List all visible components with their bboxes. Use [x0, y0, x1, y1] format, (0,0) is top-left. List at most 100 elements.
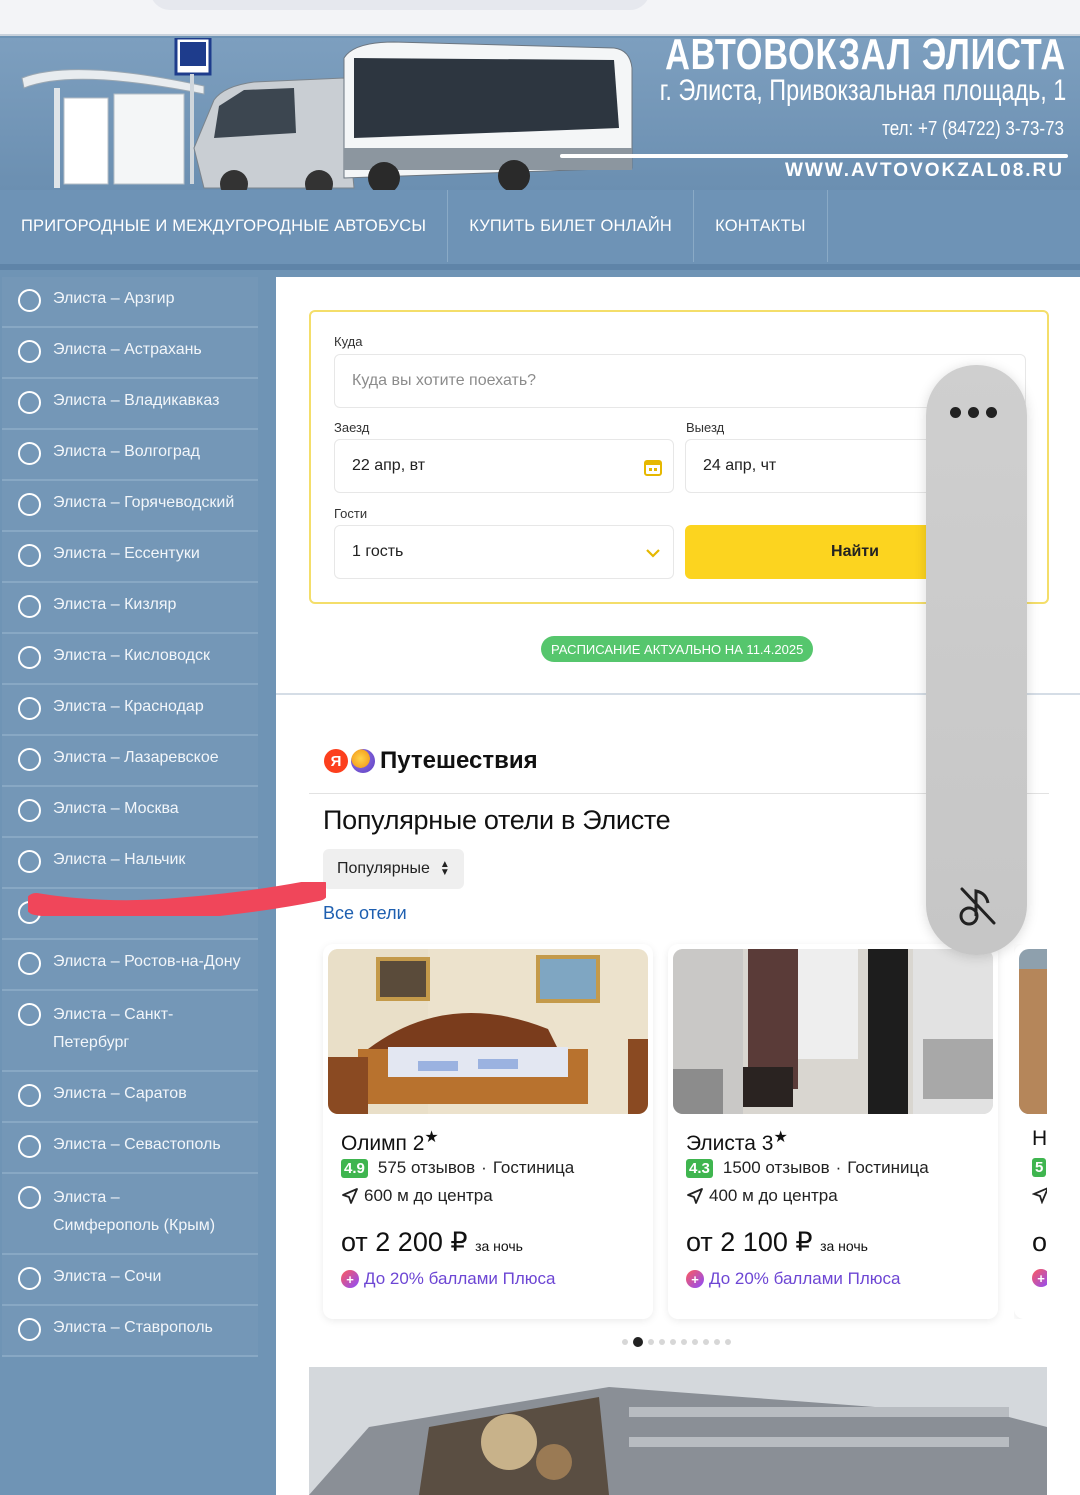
reviews-count: 1500 отзывов	[722, 1158, 830, 1177]
red-marker-stroke	[28, 882, 326, 916]
more-options-icon[interactable]	[950, 407, 1004, 418]
main-nav: ПРИГОРОДНЫЕ И МЕЖДУГОРОДНЫЕ АВТОБУСЫ КУП…	[0, 190, 1080, 268]
sidebar-item-label: Элиста – Краснодар	[53, 698, 204, 715]
sidebar-item-krasnodar[interactable]: Элиста – Краснодар	[2, 685, 258, 736]
schedule-badge: РАСПИСАНИЕ АКТУАЛЬНО НА 11.4.2025	[541, 636, 814, 662]
hotel-name: Элиста 3★	[686, 1129, 788, 1155]
radio-circle-icon	[18, 391, 41, 414]
sidebar-item-kizlyar[interactable]: Элиста – Кизляр	[2, 583, 258, 634]
radio-circle-icon	[18, 1135, 41, 1158]
sidebar-item-stavropol[interactable]: Элиста – Ставрополь	[2, 1306, 258, 1357]
navigation-arrow-icon	[342, 1188, 358, 1204]
sidebar-item-moskva[interactable]: Элиста – Москва	[2, 787, 258, 838]
radio-circle-icon	[18, 799, 41, 822]
carousel-dot[interactable]	[703, 1339, 709, 1345]
floating-control-panel[interactable]	[926, 365, 1027, 955]
banner-website[interactable]: WWW.AVTOVOKZAL08.RU	[785, 160, 1064, 182]
reviews-count: 575 отзывов	[377, 1158, 476, 1177]
radio-circle-icon	[18, 1186, 41, 1209]
sort-label: Популярные	[337, 860, 430, 877]
sidebar-item-label: Элиста – Севастополь	[53, 1136, 221, 1153]
nav-bottom-border	[0, 264, 1080, 270]
radio-circle-icon	[18, 748, 41, 771]
nav-item-contacts[interactable]: КОНТАКТЫ	[694, 190, 828, 262]
hotel-photo	[1019, 949, 1047, 1114]
sidebar-item-label: Элиста – Сочи	[53, 1268, 162, 1285]
carousel-dots	[622, 1337, 736, 1347]
carousel-dot[interactable]	[622, 1339, 628, 1345]
where-input[interactable]: Куда вы хотите поехать?	[334, 354, 1026, 408]
sidebar-item-saratov[interactable]: Элиста – Саратов	[2, 1072, 258, 1123]
nav-item-buy-ticket[interactable]: КУПИТЬ БИЛЕТ ОНЛАЙН	[448, 190, 695, 262]
hotel-price: от 2 200 ₽ за ночь	[341, 1227, 523, 1257]
carousel-dot[interactable]	[670, 1339, 676, 1345]
radio-circle-icon	[18, 952, 41, 975]
sidebar-item-label: Элиста – Москва	[53, 800, 179, 817]
sidebar-item-sochi[interactable]: Элиста – Сочи	[2, 1255, 258, 1306]
guests-select[interactable]: 1 гость	[334, 525, 674, 579]
address-bar[interactable]	[150, 0, 650, 10]
carousel-dot[interactable]	[681, 1339, 687, 1345]
mute-sound-icon[interactable]	[952, 881, 1002, 931]
sidebar-item-lazarevskoe[interactable]: Элиста – Лазаревское	[2, 736, 258, 787]
plus-cashback: + До 20% баллами Плюса	[686, 1269, 900, 1289]
sidebar-item-arzgir[interactable]: Элиста – Арзгир	[2, 277, 258, 328]
site-banner: АВТОВОКЗАЛ ЭЛИСТА г. Элиста, Привокзальн…	[0, 38, 1080, 190]
sort-dropdown[interactable]: Популярные ▲ ▼	[323, 849, 464, 889]
sort-arrows-icon: ▲ ▼	[439, 859, 450, 878]
hotel-meta: 4.3 1500 отзывов · Гостиница	[686, 1158, 929, 1178]
sidebar-item-label: Элиста – Волгоград	[53, 443, 200, 460]
sidebar-item-label: Элиста – Астрахань	[53, 341, 202, 358]
carousel-dot[interactable]	[725, 1339, 731, 1345]
rating-badge: 4.9	[341, 1158, 368, 1178]
all-hotels-link[interactable]: Все отели	[323, 903, 407, 924]
checkin-field[interactable]: 22 апр, вт	[334, 439, 674, 493]
carousel-dot[interactable]	[659, 1339, 665, 1345]
hotel-type: Гостиница	[492, 1158, 575, 1177]
sidebar-item-rostov[interactable]: Элиста – Ростов-на-Дону	[2, 940, 258, 991]
sidebar-item-kislovodsk[interactable]: Элиста – Кисловодск	[2, 634, 258, 685]
hotel-card[interactable]: Элиста 3★ 4.3 1500 отзывов · Гостиница 4…	[668, 944, 998, 1319]
where-label: Куда	[334, 334, 363, 349]
sidebar-item-label: Элиста – Арзгир	[53, 290, 175, 307]
yandex-travel-logo[interactable]: Я Путешествия	[324, 747, 538, 775]
sidebar-item-astrakhan[interactable]: Элиста – Астрахань	[2, 328, 258, 379]
carousel-dot[interactable]	[692, 1339, 698, 1345]
hotel-meta: 5	[1032, 1158, 1047, 1177]
sidebar-item-label: Элиста – Ростов-на-Дону	[53, 953, 241, 970]
navigation-arrow-icon	[1032, 1187, 1047, 1204]
hotel-photo	[673, 949, 993, 1114]
plus-icon: +	[1032, 1269, 1047, 1287]
sidebar-item-volgograd[interactable]: Элиста – Волгоград	[2, 430, 258, 481]
hotel-card[interactable]: Н 5 о +	[1014, 944, 1047, 1319]
travel-brand: Путешествия	[380, 747, 538, 774]
hotel-distance: 400 м до центра	[686, 1186, 838, 1206]
hotel-name: Олимп 2★	[341, 1129, 439, 1155]
radio-circle-icon	[18, 493, 41, 516]
sidebar-item-label: Элиста – Ставрополь	[53, 1319, 213, 1336]
bus-station-photo	[309, 1367, 1047, 1495]
sidebar-item-spb[interactable]: Элиста – Санкт-Петербург	[2, 991, 258, 1072]
sidebar-item-vladikavkaz[interactable]: Элиста – Владикавказ	[2, 379, 258, 430]
sidebar-item-essentuki[interactable]: Элиста – Ессентуки	[2, 532, 258, 583]
hotel-price: о	[1032, 1227, 1047, 1257]
carousel-dot[interactable]	[648, 1339, 654, 1345]
hotel-card[interactable]: Олимп 2★ 4.9 575 отзывов · Гостиница 600…	[323, 944, 653, 1319]
routes-sidebar: Элиста – Арзгир Элиста – Астрахань Элист…	[2, 277, 258, 1357]
sidebar-item-goryachevodsky[interactable]: Элиста – Горячеводский	[2, 481, 258, 532]
checkout-value: 24 апр, чт	[703, 457, 777, 474]
radio-circle-icon	[18, 1084, 41, 1107]
sidebar-item-simferopol[interactable]: Элиста – Симферополь (Крым)	[2, 1174, 258, 1255]
carousel-dot-active[interactable]	[633, 1337, 643, 1347]
sidebar-item-label: Элиста – Нальчик	[53, 851, 186, 868]
sidebar-item-sevastopol[interactable]: Элиста – Севастополь	[2, 1123, 258, 1174]
checkin-label: Заезд	[334, 420, 370, 435]
nav-item-buses[interactable]: ПРИГОРОДНЫЕ И МЕЖДУГОРОДНЫЕ АВТОБУСЫ	[0, 190, 449, 262]
plus-cashback: +	[1032, 1269, 1047, 1287]
sidebar-item-label: Элиста – Кизляр	[53, 596, 177, 613]
sidebar-item-label: Элиста – Ессентуки	[53, 545, 200, 562]
carousel-dot[interactable]	[714, 1339, 720, 1345]
sidebar-item-label: Элиста – Лазаревское	[53, 749, 219, 766]
hotel-photo	[328, 949, 648, 1114]
rating-badge: 5	[1032, 1158, 1047, 1177]
